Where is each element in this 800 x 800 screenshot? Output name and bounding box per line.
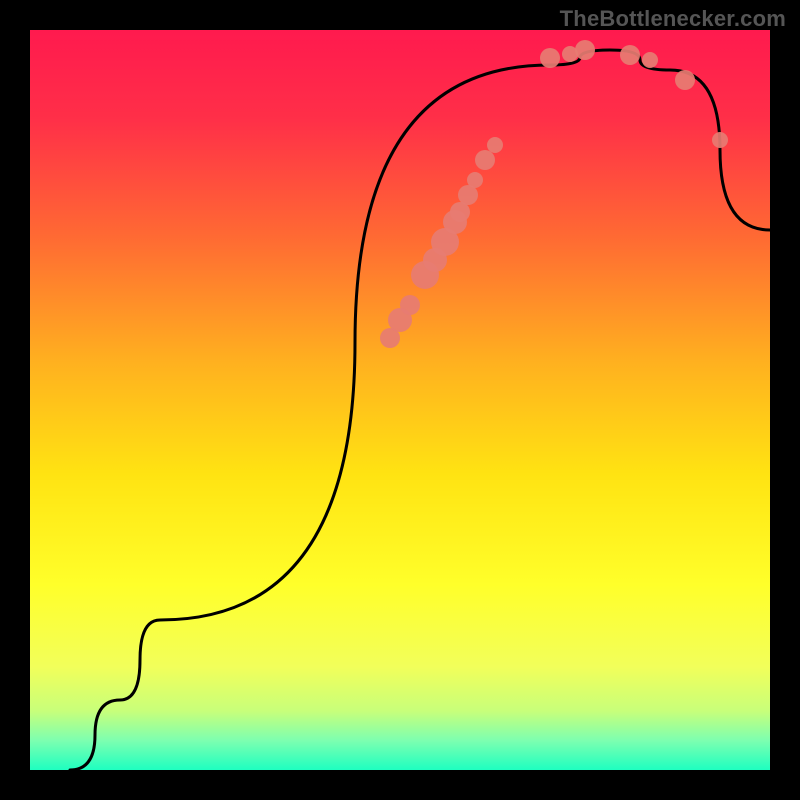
chart-container: TheBottlenecker.com xyxy=(0,0,800,800)
data-marker xyxy=(642,52,658,68)
watermark-text: TheBottlenecker.com xyxy=(560,6,786,32)
data-marker xyxy=(575,40,595,60)
bottleneck-chart xyxy=(0,0,800,800)
data-marker xyxy=(620,45,640,65)
data-marker xyxy=(400,295,420,315)
data-marker xyxy=(487,137,503,153)
data-marker xyxy=(712,132,728,148)
data-marker xyxy=(675,70,695,90)
data-marker xyxy=(467,172,483,188)
data-marker xyxy=(540,48,560,68)
data-marker xyxy=(450,202,470,222)
data-marker xyxy=(475,150,495,170)
